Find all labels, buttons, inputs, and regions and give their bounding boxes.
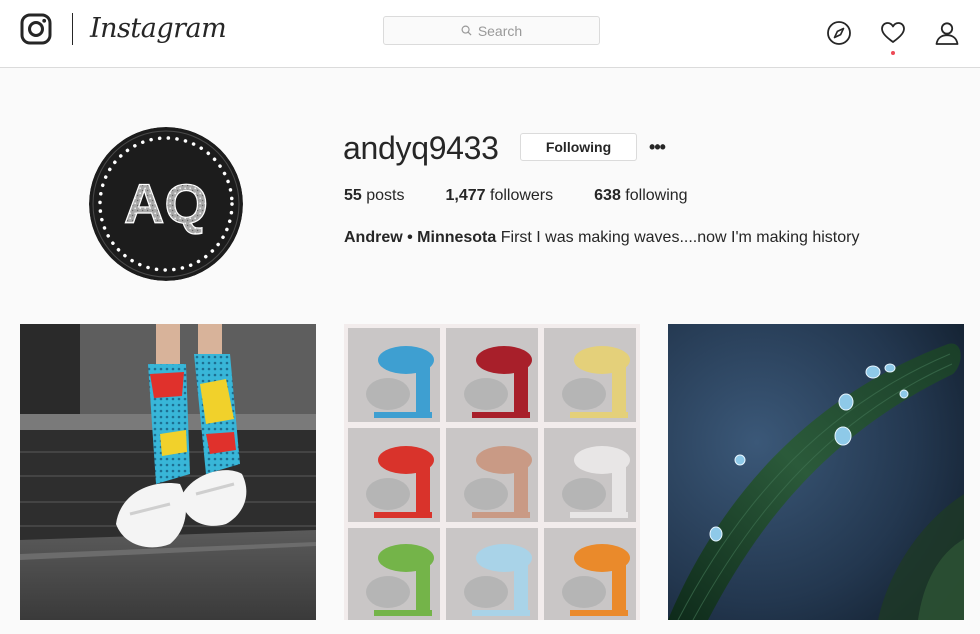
- notification-dot: [891, 51, 895, 55]
- top-navigation-bar: Instagram Search: [0, 0, 980, 68]
- following-label: following: [625, 187, 688, 204]
- following-button[interactable]: Following: [520, 133, 637, 161]
- search-input[interactable]: Search: [383, 16, 600, 45]
- post-thumbnail[interactable]: [668, 324, 964, 620]
- followers-count: 1,477: [445, 187, 486, 204]
- profile-icon[interactable]: [934, 20, 960, 46]
- search-icon: [461, 25, 472, 36]
- profile-stats: 55 posts 1,477 followers 638 following: [344, 187, 729, 205]
- bio-name: Andrew • Minnesota: [344, 229, 497, 246]
- followers-stat[interactable]: 1,477 followers: [446, 187, 554, 205]
- profile-username: andyq9433: [343, 130, 499, 166]
- search-placeholder: Search: [477, 22, 523, 39]
- profile-avatar[interactable]: AQ: [89, 127, 243, 281]
- followers-label: followers: [490, 187, 554, 204]
- avatar-initials: AQ: [124, 172, 208, 235]
- posts-label: posts: [366, 187, 405, 204]
- bio-text: First I was making waves....now I'm maki…: [500, 229, 860, 246]
- posts-stat: 55 posts: [344, 187, 405, 205]
- instagram-camera-icon[interactable]: [20, 13, 52, 45]
- heart-icon[interactable]: [880, 20, 906, 46]
- following-stat[interactable]: 638 following: [594, 187, 687, 205]
- logo-divider: [72, 13, 73, 45]
- post-thumbnail[interactable]: [20, 324, 316, 620]
- profile-bio: Andrew • Minnesota First I was making wa…: [344, 229, 859, 247]
- following-count: 638: [594, 187, 621, 204]
- post-thumbnail[interactable]: [344, 324, 640, 620]
- explore-compass-icon[interactable]: [826, 20, 852, 46]
- posts-count: 55: [344, 187, 362, 204]
- instagram-wordmark[interactable]: Instagram: [90, 13, 227, 45]
- more-options-button[interactable]: •••: [645, 133, 669, 161]
